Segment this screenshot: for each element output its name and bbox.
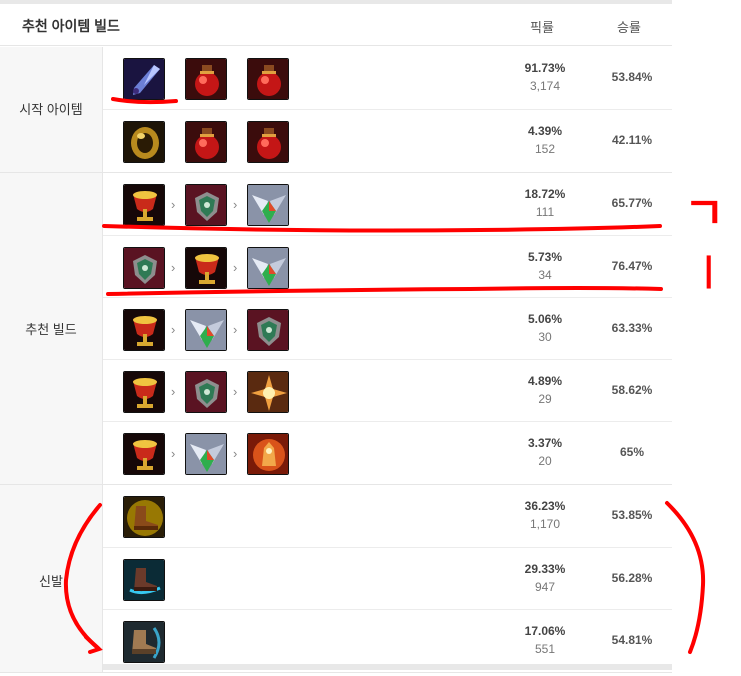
- win-rate: 65%: [619, 445, 645, 459]
- chevron-right-icon: ›: [233, 384, 238, 399]
- build-row[interactable]: 4.39% 152 42.11%: [103, 109, 672, 171]
- game-count: 947: [534, 580, 556, 594]
- game-count: 29: [538, 392, 552, 406]
- win-rate: 53.85%: [611, 508, 653, 522]
- panel-title: 추천 아이템 빌드: [22, 18, 120, 34]
- group-label-cell: 시작 아이템: [0, 47, 103, 172]
- pick-rate: 4.89%: [527, 374, 563, 388]
- item-group: 시작 아이템 91.73% 3,174 53.84% 4.39% 152 42.11%: [0, 47, 672, 173]
- game-count: 111: [535, 205, 555, 219]
- pick-rate: 4.39%: [527, 124, 563, 138]
- win-rate: 65.77%: [611, 196, 653, 210]
- pick-rate: 3.37%: [527, 436, 563, 450]
- build-row[interactable]: 29.33% 947 56.28%: [103, 547, 672, 609]
- build-row[interactable]: › › 5.73% 34 76.47%: [103, 235, 672, 297]
- win-rate: 63.33%: [611, 321, 653, 335]
- annotation-i: ㅣ: [692, 253, 725, 294]
- chalice-icon[interactable]: [123, 371, 165, 413]
- win-rate: 53.84%: [611, 70, 653, 84]
- annotation-giyeok: ㄱ: [684, 188, 724, 239]
- chevron-right-icon: ›: [233, 322, 238, 337]
- game-count: 152: [534, 142, 556, 156]
- build-row[interactable]: › › 5.06% 30 63.33%: [103, 297, 672, 359]
- build-row[interactable]: 36.23% 1,170 53.85%: [103, 485, 672, 547]
- sun-emblem-icon[interactable]: [247, 371, 289, 413]
- win-rate: 42.11%: [611, 133, 653, 147]
- group-label: 시작 아이템: [19, 102, 83, 117]
- chalice-icon[interactable]: [123, 433, 165, 475]
- health-potion-icon[interactable]: [247, 58, 289, 100]
- pick-rate: 5.06%: [527, 312, 563, 326]
- chevron-right-icon: ›: [233, 197, 238, 212]
- item-group: 신발 36.23% 1,170 53.85% 29.33% 947 56.28% 17.06%…: [0, 485, 672, 673]
- chevron-right-icon: ›: [171, 322, 176, 337]
- chevron-right-icon: ›: [171, 384, 176, 399]
- win-rate-header: 승률: [617, 20, 641, 35]
- win-rate: 58.62%: [611, 383, 653, 397]
- chalice-icon[interactable]: [185, 247, 227, 289]
- winged-crystal-icon[interactable]: [247, 184, 289, 226]
- pick-rate: 5.73%: [527, 250, 563, 264]
- pick-rate-header: 픽률: [530, 20, 554, 35]
- pick-rate: 91.73%: [524, 61, 566, 75]
- game-count: 34: [538, 268, 552, 282]
- game-count: 551: [534, 642, 556, 656]
- chalice-icon[interactable]: [123, 184, 165, 226]
- health-potion-icon[interactable]: [185, 121, 227, 163]
- shield-relic-icon[interactable]: [185, 184, 227, 226]
- win-rate: 56.28%: [611, 571, 653, 585]
- build-row[interactable]: › › 18.72% 111 65.77%: [103, 173, 672, 235]
- pick-rate: 36.23%: [524, 499, 566, 513]
- build-row[interactable]: › › 4.89% 29 58.62%: [103, 359, 672, 421]
- build-row[interactable]: 91.73% 3,174 53.84%: [103, 47, 672, 109]
- group-label-cell: 신발: [0, 485, 103, 672]
- health-potion-icon[interactable]: [247, 121, 289, 163]
- chevron-right-icon: ›: [233, 260, 238, 275]
- group-label: 신발: [39, 574, 63, 589]
- pick-rate: 29.33%: [524, 562, 566, 576]
- chevron-right-icon: ›: [171, 446, 176, 461]
- group-label: 추천 빌드: [25, 322, 77, 337]
- sorcerer-boots-icon[interactable]: [123, 621, 165, 663]
- build-row[interactable]: › › 3.37% 20 65%: [103, 421, 672, 483]
- winged-crystal-icon[interactable]: [185, 309, 227, 351]
- item-build-panel: 추천 아이템 빌드 픽률 승률 시작 아이템 91.73% 3,174 53.84% 4…: [0, 0, 672, 673]
- shield-relic-icon[interactable]: [185, 371, 227, 413]
- golden-idol-icon[interactable]: [247, 433, 289, 475]
- chalice-icon[interactable]: [123, 309, 165, 351]
- swift-boots-icon[interactable]: [123, 496, 165, 538]
- pick-rate: 18.72%: [524, 187, 566, 201]
- group-label-cell: 추천 빌드: [0, 173, 103, 484]
- pick-rate: 17.06%: [524, 624, 566, 638]
- shield-relic-icon[interactable]: [247, 309, 289, 351]
- game-count: 30: [538, 330, 552, 344]
- game-count: 1,170: [529, 517, 561, 531]
- ionian-boots-icon[interactable]: [123, 559, 165, 601]
- dark-seal-icon[interactable]: [123, 58, 165, 100]
- chevron-right-icon: ›: [171, 260, 176, 275]
- shield-relic-icon[interactable]: [123, 247, 165, 289]
- game-count: 20: [538, 454, 552, 468]
- winged-crystal-icon[interactable]: [247, 247, 289, 289]
- table-header: 추천 아이템 빌드 픽률 승률: [0, 4, 672, 46]
- win-rate: 54.81%: [611, 633, 653, 647]
- game-count: 3,174: [529, 79, 561, 93]
- bracket-right: [665, 501, 706, 654]
- chevron-right-icon: ›: [233, 446, 238, 461]
- build-row[interactable]: 17.06% 551 54.81%: [103, 609, 672, 671]
- winged-crystal-icon[interactable]: [185, 433, 227, 475]
- health-potion-icon[interactable]: [185, 58, 227, 100]
- item-group: 추천 빌드 › › 18.72% 111 65.77% › › 5.73% 34 76.47% › › 5…: [0, 173, 672, 485]
- chevron-right-icon: ›: [171, 197, 176, 212]
- gold-ring-icon[interactable]: [123, 121, 165, 163]
- win-rate: 76.47%: [611, 259, 653, 273]
